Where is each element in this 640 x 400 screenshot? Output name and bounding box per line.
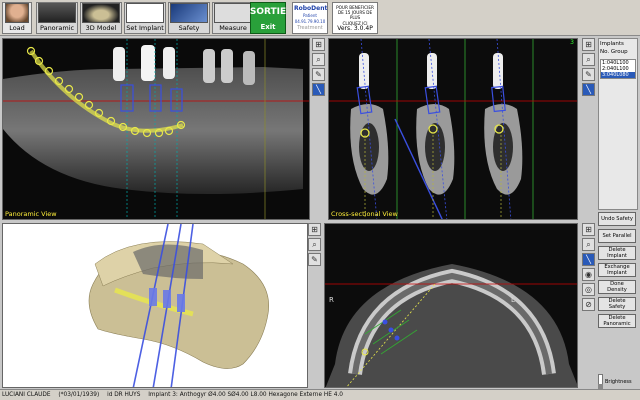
cross-sectional-view-label: Cross-sectional View xyxy=(331,210,398,218)
panoramic-viewport[interactable]: Panoramic View xyxy=(2,38,310,220)
zoom-icon[interactable]: ⌕ xyxy=(312,53,325,66)
set-parallel-button[interactable]: Set Parallel xyxy=(598,229,636,243)
main-toolbar: Load Panoramic 3D Model Set Implant Safe… xyxy=(0,0,640,36)
implant-details: Implant 3: Anthogyr Ø4.00 SØ4.00 L8.00 H… xyxy=(148,392,343,398)
panoramic-label: Panoramic xyxy=(39,24,75,32)
caliper-icon xyxy=(214,3,252,23)
implants-panel: Implants No. Group 1:040L100 2:040L100 3… xyxy=(598,38,638,210)
grid-icon[interactable]: ⊞ xyxy=(582,223,595,236)
zoom-icon[interactable]: ⌕ xyxy=(308,238,321,251)
implant-list[interactable]: 1:040L100 2:040L100 3:040L080 xyxy=(600,59,636,79)
cross-sectional-image xyxy=(329,39,577,219)
pen-icon[interactable]: ✎ xyxy=(312,68,325,81)
delete-safety-button[interactable]: Delete Safety xyxy=(598,297,636,311)
line-tool-icon[interactable]: ╲ xyxy=(312,83,325,96)
implant-list-item-selected[interactable]: 3:040L080 xyxy=(601,72,635,78)
3d-model-tools: ⊞ ⌕ ✎ xyxy=(308,223,322,268)
safety-thumbnail-icon xyxy=(170,3,208,23)
delete-panoramic-button[interactable]: Delete Panoramic xyxy=(598,314,636,328)
panoramic-button[interactable]: Panoramic xyxy=(36,2,78,34)
zoom-icon[interactable]: ⌕ xyxy=(582,238,595,251)
exit-sortie-text: SORTIE xyxy=(249,7,287,17)
robodent-sub: Patient xyxy=(303,13,317,18)
implants-columns: No. Group xyxy=(600,48,636,56)
trial-line-1: POUR BENEFICIER xyxy=(336,5,374,10)
axial-image xyxy=(325,224,577,387)
3d-model-viewport[interactable] xyxy=(2,223,308,388)
grid-icon[interactable]: ⊞ xyxy=(582,38,595,51)
exit-label: Exit xyxy=(260,23,276,31)
status-bar: LUCIANI CLAUDE (*03/01/1939) id DR HUYS … xyxy=(0,389,640,400)
exit-button[interactable]: SORTIE Exit xyxy=(250,2,286,34)
measure-button[interactable]: Measure xyxy=(212,2,254,34)
3d-model-label: 3D Model xyxy=(85,24,117,32)
cross-sectional-viewport[interactable]: 3 Cross-sectional View xyxy=(328,38,578,220)
axial-left-marker: L xyxy=(511,296,515,304)
grid-icon[interactable]: ⊞ xyxy=(308,223,321,236)
patient-dob: (*03/01/1939) xyxy=(58,392,100,398)
trial-line-2: DE 15 JOURS DE PLUS xyxy=(337,10,373,21)
brightness-label: Brightness xyxy=(605,379,632,385)
robodent-logo[interactable]: RoboDent Patient 04.91.79.90.10 Treatmen… xyxy=(292,2,328,34)
line-tool-icon[interactable]: ╲ xyxy=(582,83,595,96)
line-tool-icon[interactable]: ╲ xyxy=(582,253,595,266)
pen-icon[interactable]: ✎ xyxy=(308,253,321,266)
measure-label: Measure xyxy=(219,24,247,32)
exchange-implant-button[interactable]: Exchange Implant xyxy=(598,263,636,277)
patient-photo-icon xyxy=(5,3,29,23)
load-label: Load xyxy=(9,24,25,32)
3d-jaw-model-image xyxy=(3,224,307,387)
axial-viewport[interactable]: R L xyxy=(324,223,578,388)
axial-right-marker: R xyxy=(329,296,334,304)
implant-thumbnail-icon xyxy=(126,3,164,23)
grid-icon[interactable]: ⊞ xyxy=(312,38,325,51)
target-icon[interactable]: ◎ xyxy=(582,283,595,296)
cross-sectional-tools: ⊞ ⌕ ✎ ╲ xyxy=(582,38,596,98)
version-text: Vers. 3.0.4P xyxy=(337,24,373,32)
3d-model-button[interactable]: 3D Model xyxy=(80,2,122,34)
rotate-icon[interactable]: ◉ xyxy=(582,268,595,281)
panoramic-image xyxy=(3,39,309,219)
slice-icon[interactable]: ⊘ xyxy=(582,298,595,311)
robodent-mode: Treatment xyxy=(297,25,323,31)
panoramic-thumbnail-icon xyxy=(38,3,76,23)
safety-label: Safety xyxy=(178,24,200,32)
safety-button[interactable]: Safety xyxy=(168,2,210,34)
brightness-control: Brightness xyxy=(598,374,638,390)
pen-icon[interactable]: ✎ xyxy=(582,68,595,81)
cross-section-index: 3 xyxy=(570,39,574,46)
patient-name: LUCIANI CLAUDE xyxy=(2,392,51,398)
axial-tools: ⊞ ⌕ ╲ ◉ ◎ ⊘ xyxy=(582,223,596,313)
set-implant-label: Set Implant xyxy=(126,24,164,32)
trial-info-box[interactable]: POUR BENEFICIER DE 15 JOURS DE PLUS CLIQ… xyxy=(332,2,378,34)
implants-col-group: Group xyxy=(610,49,628,55)
doctor-id: id DR HUYS xyxy=(107,392,141,398)
set-implant-button[interactable]: Set Implant xyxy=(124,2,166,34)
action-buttons: Undo Safety Set Parallel Delete Implant … xyxy=(598,212,638,331)
robodent-phone: 04.91.79.90.10 xyxy=(294,19,326,24)
delete-implant-button[interactable]: Delete Implant xyxy=(598,246,636,260)
implants-col-no: No. xyxy=(600,49,610,55)
implants-title: Implants xyxy=(600,41,624,47)
robodent-name: RoboDent xyxy=(294,5,328,12)
load-button[interactable]: Load xyxy=(2,2,32,34)
panoramic-view-label: Panoramic View xyxy=(5,210,57,218)
brightness-slider[interactable] xyxy=(598,374,603,390)
zoom-icon[interactable]: ⌕ xyxy=(582,53,595,66)
3d-model-thumbnail-icon xyxy=(82,3,120,23)
done-density-button[interactable]: Done Density xyxy=(598,280,636,294)
undo-safety-button[interactable]: Undo Safety xyxy=(598,212,636,226)
panoramic-tools: ⊞ ⌕ ✎ ╲ xyxy=(312,38,326,98)
